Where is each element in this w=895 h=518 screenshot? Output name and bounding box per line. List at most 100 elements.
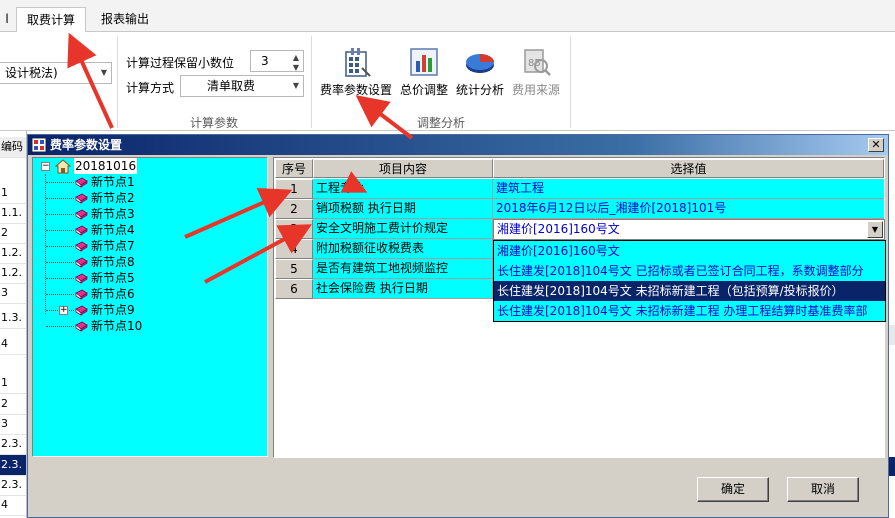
value-dropdown-list: 湘建价[2016]160号文 长住建发[2018]104号文 已招标或者已签订合… <box>493 240 886 322</box>
tree-node[interactable]: 新节点7 <box>91 238 135 254</box>
tree-guide-line <box>46 246 74 247</box>
tab-partial[interactable]: l <box>0 7 14 32</box>
book-icon <box>75 241 88 252</box>
statistics-button[interactable]: 统计分析 <box>452 46 508 98</box>
dialog-title: 费率参数设置 <box>50 138 123 152</box>
chevron-down-icon: ▼ <box>871 225 879 234</box>
book-icon <box>75 257 88 268</box>
rate-settings-icon <box>345 48 371 77</box>
dropdown-option[interactable]: 长住建发[2018]104号文 已招标或者已签订合同工程，系数调整部分 <box>494 261 885 281</box>
code-cell[interactable]: 4 <box>0 334 26 355</box>
calc-params-caption: 计算参数 <box>189 116 238 130</box>
row-number[interactable]: 3 <box>275 219 313 239</box>
tree-node[interactable]: 新节点4 <box>91 222 135 238</box>
tree-guide-line <box>46 182 74 183</box>
tree-node[interactable]: 新节点8 <box>91 254 135 270</box>
tax-method-combo[interactable]: 设计税法) ▼ <box>0 62 112 84</box>
item-cell[interactable]: 销项税额 执行日期 <box>313 199 493 219</box>
row-number[interactable]: 5 <box>275 259 313 279</box>
item-cell[interactable]: 社会保险费 执行日期 <box>313 279 493 299</box>
adjust-analysis-caption: 调整分析 <box>416 116 465 130</box>
code-cell-selected[interactable]: 2.3. <box>0 455 26 476</box>
window-app-icon <box>32 138 46 152</box>
code-cell[interactable]: 1 <box>0 183 26 204</box>
chevron-down-icon: ▼ <box>100 68 107 77</box>
code-cell[interactable]: 2 <box>0 394 26 415</box>
col-header-value[interactable]: 选择值 <box>493 159 884 178</box>
tab-fee-calc[interactable]: 取费计算 <box>16 7 86 32</box>
cancel-button[interactable]: 取消 <box>787 477 859 502</box>
decimals-label: 计算过程保留小数位 <box>126 56 235 70</box>
expand-toggle[interactable]: + <box>59 306 68 315</box>
ok-button[interactable]: 确定 <box>697 477 769 502</box>
code-cell[interactable]: 1.1. <box>0 203 26 224</box>
code-cell[interactable]: 1 <box>0 373 26 394</box>
tree-node[interactable]: 新节点1 <box>91 174 135 190</box>
tree-guide-line <box>46 230 74 231</box>
total-adjust-icon <box>410 48 438 76</box>
code-cell[interactable]: 2 <box>0 223 26 244</box>
col-header-num[interactable]: 序号 <box>275 159 313 178</box>
code-cell[interactable]: 3 <box>0 283 26 304</box>
value-cell[interactable]: 建筑工程 <box>493 179 884 199</box>
tree-node[interactable]: 新节点6 <box>91 286 135 302</box>
tree-guide-line <box>46 326 74 327</box>
item-cell[interactable]: 工程专业 <box>313 179 493 199</box>
col-header-item[interactable]: 项目内容 <box>313 159 493 178</box>
calc-method-combo[interactable]: 清单取费 ▼ <box>180 75 304 97</box>
tree-node[interactable]: 新节点5 <box>91 270 135 286</box>
book-icon <box>75 321 88 332</box>
tree-guide-line <box>46 278 74 279</box>
item-cell[interactable]: 安全文明施工费计价规定 <box>313 219 493 239</box>
code-cell[interactable]: 1.2. <box>0 263 26 284</box>
collapse-toggle[interactable]: − <box>41 162 50 171</box>
dropdown-option-selected[interactable]: 长住建发[2018]104号文 未招标新建工程（包括预算/投标报价） <box>494 281 885 301</box>
row-number[interactable]: 4 <box>275 239 313 259</box>
rate-settings-label: 费率参数设置 <box>319 83 392 97</box>
code-cell[interactable]: 1.2. <box>0 243 26 264</box>
value-editor-combo[interactable]: 湘建价[2016]160号文 ▼ <box>493 219 885 240</box>
close-icon: ✕ <box>871 138 881 151</box>
item-cell[interactable]: 是否有建筑工地视频监控 <box>313 259 493 279</box>
fee-source-label: 费用来源 <box>511 83 560 97</box>
row-number[interactable]: 1 <box>275 179 313 199</box>
tree-node[interactable]: 新节点2 <box>91 190 135 206</box>
close-button[interactable]: ✕ <box>868 138 884 152</box>
code-cell[interactable]: 3 <box>0 414 26 435</box>
tree-guide-line <box>46 262 74 263</box>
book-icon <box>75 209 88 220</box>
rate-settings-button[interactable]: 费率参数设置 <box>316 46 396 98</box>
row-number[interactable]: 2 <box>275 199 313 219</box>
dropdown-option[interactable]: 长住建发[2018]104号文 未招标新建工程 办理工程结算时基准费率部 <box>494 301 885 321</box>
dropdown-option[interactable]: 湘建价[2016]160号文 <box>494 241 885 261</box>
parameter-grid: 序号 项目内容 选择值 1 工程专业 建筑工程 2 销项税额 执行日期 2018… <box>273 157 886 458</box>
total-adjust-label: 总价调整 <box>399 83 448 97</box>
background-code-column: 编码 1 1.1. 2 1.2. 1.2. 3 1.3. 4 1 2 3 2.3… <box>0 131 27 518</box>
calc-method-value: 清单取费 <box>207 79 256 93</box>
tree-node[interactable]: 新节点10 <box>91 318 142 334</box>
decimals-stepper[interactable]: 3 ▲ ▼ <box>250 50 304 72</box>
total-adjust-button[interactable]: 总价调整 <box>396 46 452 98</box>
code-cell[interactable]: 1.3. <box>0 308 26 329</box>
code-cell[interactable]: 2.3. <box>0 434 26 455</box>
code-cell[interactable]: 2.3. <box>0 475 26 496</box>
tree-node[interactable]: 新节点9 <box>91 302 135 318</box>
dialog-title-bar[interactable]: 费率参数设置 <box>28 135 888 155</box>
book-icon <box>75 289 88 300</box>
tree-root[interactable]: 20181016 <box>74 158 138 174</box>
ribbon-tab-bar: l 取费计算 报表输出 <box>0 0 895 32</box>
group-divider <box>570 36 571 128</box>
tree-node[interactable]: 新节点3 <box>91 206 135 222</box>
rate-settings-dialog: 费率参数设置 ✕ − 20181016 新节点1 新节点2 新节点3 新节点4 新节点7… <box>27 134 889 518</box>
tab-report-output[interactable]: 报表输出 <box>92 7 158 32</box>
tree-guide-line <box>45 174 46 314</box>
item-cell[interactable]: 附加税额征收税费表 <box>313 239 493 259</box>
value-cell[interactable]: 2018年6月12日以后_湘建价[2018]101号 <box>493 199 884 219</box>
book-icon <box>75 193 88 204</box>
dropdown-button[interactable]: ▼ <box>867 221 883 238</box>
row-number[interactable]: 6 <box>275 279 313 299</box>
ribbon-body: 设计税法) ▼ 计算过程保留小数位 3 ▲ ▼ 计算方式 清单取费 ▼ 计算参数… <box>0 32 895 131</box>
code-cell[interactable]: 4 <box>0 495 26 516</box>
fee-source-button[interactable]: 85 费用来源 <box>508 46 564 98</box>
calc-method-label: 计算方式 <box>126 81 175 95</box>
